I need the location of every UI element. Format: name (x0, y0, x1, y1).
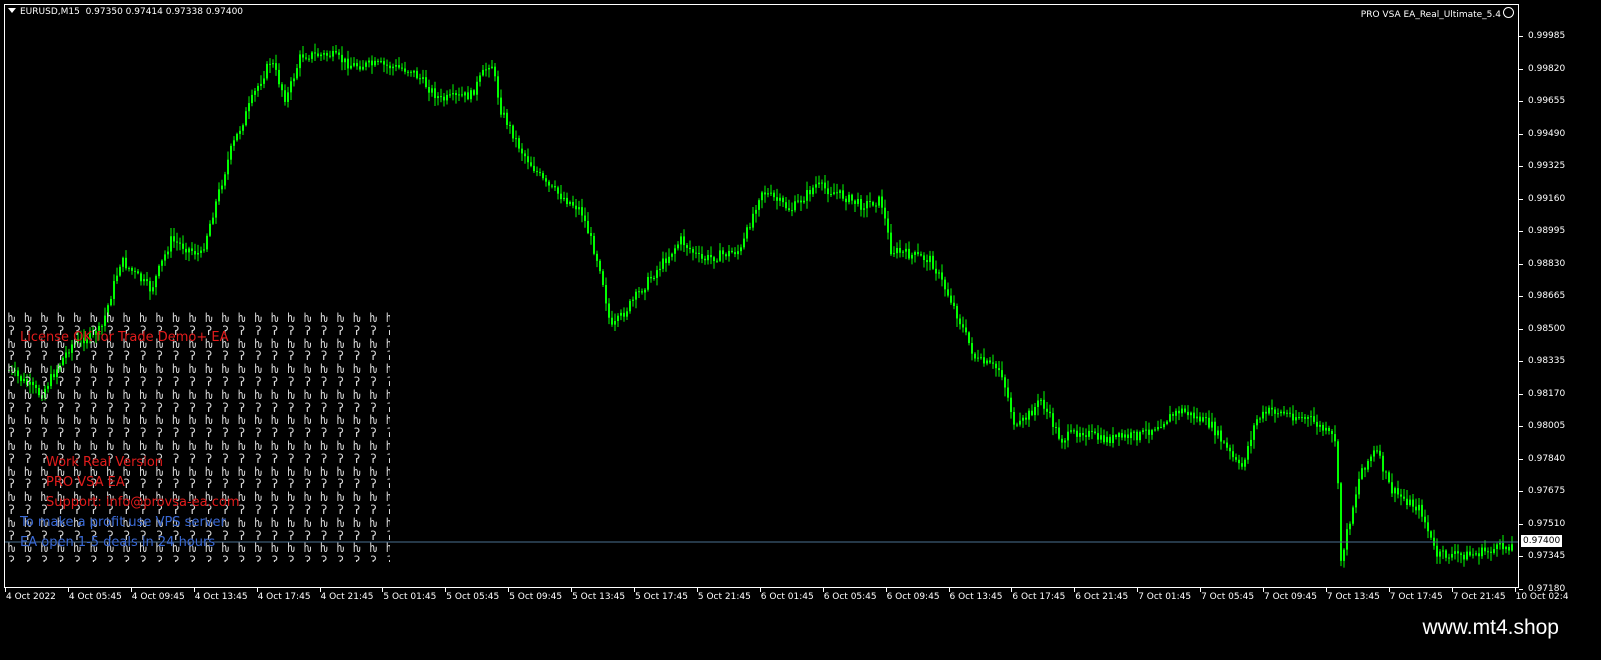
time-label: 5 Oct 05:45 (446, 592, 500, 602)
time-label: 7 Oct 01:45 (1138, 592, 1192, 602)
price-label: 0.99655 (1528, 96, 1566, 106)
time-label: 6 Oct 05:45 (823, 592, 877, 602)
ea-info-panel: ƕ ƕ ƕ ƕ ƕ ƕ ƕ ƕ ƕ ƕ ƕ ƕ ƕ ƕ ƕ ƕ ƕ ƕ ƕ ƕ … (8, 312, 390, 562)
price-tick (1519, 588, 1523, 590)
license-status-text: License OK for Trade Demo+ EA (20, 330, 229, 345)
price-tick (1519, 393, 1523, 395)
price-tick (1519, 556, 1523, 557)
time-label: 6 Oct 09:45 (886, 592, 940, 602)
time-label: 7 Oct 05:45 (1201, 592, 1255, 602)
watermark-text: www.mt4.shop (1422, 616, 1559, 639)
time-label: 4 Oct 13:45 (194, 592, 248, 602)
support-email-text: Support: info@provsa-ea.com (46, 495, 240, 510)
time-label: 4 Oct 21:45 (320, 592, 374, 602)
time-label: 5 Oct 13:45 (572, 592, 626, 602)
price-tick (1519, 101, 1523, 102)
time-label: 4 Oct 17:45 (257, 592, 311, 602)
time-label: 4 Oct 05:45 (68, 592, 122, 602)
time-label: 6 Oct 17:45 (1012, 592, 1066, 602)
price-tick (1519, 458, 1523, 460)
vps-tip-text: To make a profit use VPS server (20, 515, 226, 530)
price-label: 0.99985 (1528, 31, 1566, 41)
time-label: 6 Oct 13:45 (949, 592, 1003, 602)
ea-name-text: PRO VSA EA_Real_Ultimate_5.4 (1360, 10, 1501, 20)
price-tick (1519, 426, 1523, 427)
time-label: 5 Oct 09:45 (509, 592, 563, 602)
price-label: 0.98500 (1528, 323, 1566, 334)
price-label: 0.98995 (1528, 226, 1566, 236)
right-margin (1568, 0, 1601, 610)
price-label: 0.97510 (1528, 518, 1566, 529)
price-label: 0.98830 (1528, 258, 1566, 269)
bottom-bar (0, 610, 1601, 660)
time-label: 7 Oct 17:45 (1389, 592, 1443, 602)
time-label: 5 Oct 21:45 (697, 592, 751, 602)
price-label: 0.97345 (1528, 551, 1566, 561)
symbol-header[interactable]: EURUSD,M15 0.97350 0.97414 0.97338 0.974… (8, 7, 243, 17)
price-label: 0.99160 (1528, 193, 1566, 204)
time-label: 5 Oct 17:45 (635, 592, 688, 602)
price-tick (1519, 523, 1523, 525)
price-tick (1519, 231, 1523, 232)
price-tick (1519, 36, 1523, 37)
price-label: 0.99325 (1528, 161, 1566, 171)
time-label: 7 Oct 13:45 (1326, 592, 1380, 602)
price-tick (1519, 263, 1523, 265)
price-label: 0.98665 (1528, 291, 1566, 301)
dropdown-triangle-icon[interactable] (8, 8, 16, 13)
ohlc-values: 0.97350 0.97414 0.97338 0.97400 (85, 7, 244, 17)
time-label: 7 Oct 21:45 (1452, 592, 1506, 602)
work-version-text: Work Real Version (46, 455, 164, 470)
current-price-label: 0.97400 (1521, 535, 1563, 547)
price-label: 0.98335 (1528, 356, 1566, 366)
smiley-icon (1503, 7, 1514, 18)
ea-title-text: PRO VSA EA (46, 475, 125, 490)
price-tick (1519, 296, 1523, 297)
price-label: 0.97675 (1528, 486, 1566, 496)
price-tick (1519, 491, 1523, 492)
symbol-label: EURUSD,M15 (20, 7, 80, 17)
price-tick (1519, 68, 1523, 70)
price-tick (1519, 361, 1523, 362)
price-label: 0.98005 (1528, 421, 1566, 431)
time-label: 5 Oct 01:45 (383, 592, 437, 602)
price-label: 0.99820 (1528, 63, 1566, 74)
price-tick (1519, 198, 1523, 200)
time-label: 4 Oct 2022 (6, 592, 56, 602)
ea-name-label[interactable]: PRO VSA EA_Real_Ultimate_5.4 (1361, 7, 1514, 20)
price-tick (1519, 328, 1523, 330)
time-label: 4 Oct 09:45 (131, 592, 185, 602)
price-label: 0.99490 (1528, 128, 1566, 139)
time-label: 6 Oct 21:45 (1075, 592, 1129, 602)
chart-window[interactable]: EURUSD,M15 0.97350 0.97414 0.97338 0.974… (0, 0, 1574, 610)
price-label: 0.97840 (1528, 453, 1566, 464)
price-tick (1519, 166, 1523, 167)
time-label: 6 Oct 01:45 (760, 592, 814, 602)
price-label: 0.98170 (1528, 388, 1566, 399)
time-label: 10 Oct 02:45 (1515, 592, 1575, 602)
time-label: 7 Oct 09:45 (1264, 592, 1317, 602)
deals-info-text: EA open 1-5 deals in 24 hours (20, 535, 216, 550)
price-tick (1519, 133, 1523, 135)
